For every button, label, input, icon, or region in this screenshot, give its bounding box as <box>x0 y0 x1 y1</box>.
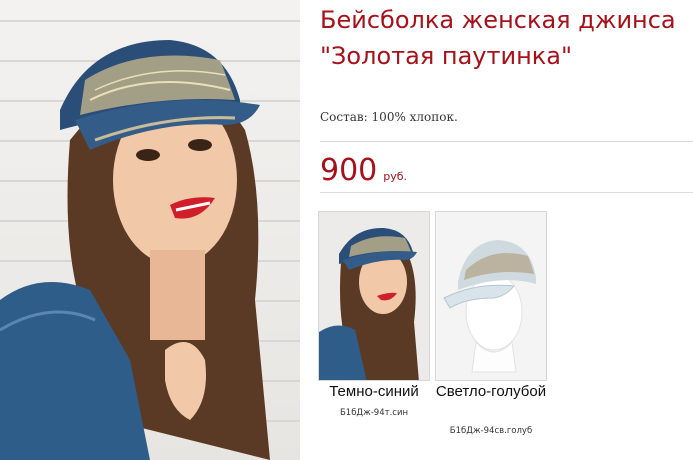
model-illustration <box>0 40 270 460</box>
composition-value: 100% хлопок. <box>371 110 458 124</box>
variant-name-dark-blue[interactable]: Темно-синий <box>318 382 430 401</box>
variant-thumbnail-light-blue[interactable] <box>435 211 547 381</box>
main-product-photo <box>0 0 300 460</box>
variant-light-blue-image <box>436 212 546 380</box>
variant-sku-light-blue: Б1бДж-94св.голуб <box>449 426 533 436</box>
variant-thumbnail-dark-blue[interactable] <box>318 211 430 381</box>
variant-sku-dark-blue: Б1бДж-94т.син <box>339 408 409 418</box>
variant-name-light-blue[interactable]: Светло-голубой <box>435 382 547 401</box>
price-currency: руб. <box>383 170 408 183</box>
product-composition: Состав: 100% хлопок. <box>320 110 458 124</box>
product-price: 900 руб. <box>320 153 407 188</box>
divider <box>320 141 693 142</box>
divider <box>320 192 693 193</box>
composition-label: Состав: <box>320 110 368 124</box>
variant-dark-blue-image <box>319 212 429 380</box>
price-value: 900 <box>320 153 378 188</box>
product-title: Бейсболка женская джинса "Золотая паутин… <box>320 6 676 70</box>
